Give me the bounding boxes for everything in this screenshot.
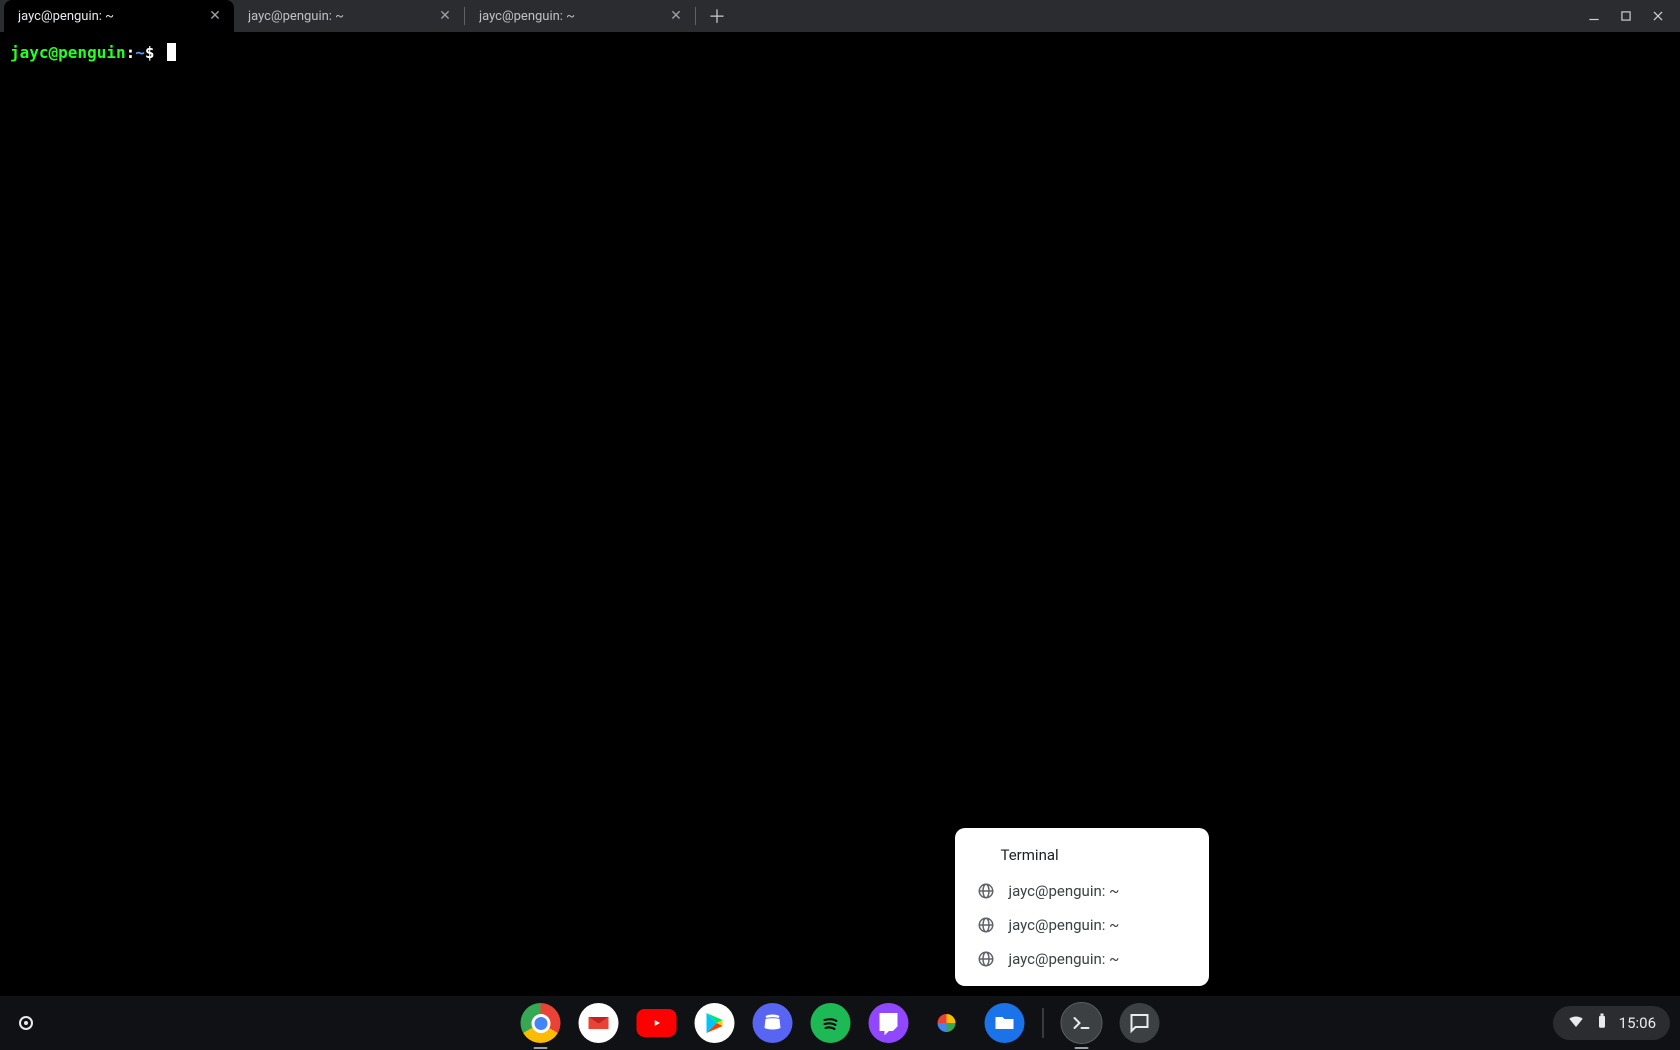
shell-prompt: jayc@penguin:~$ bbox=[10, 43, 164, 62]
shelf-app-twitch[interactable] bbox=[869, 1003, 909, 1043]
prompt-path: ~ bbox=[135, 43, 145, 62]
globe-icon bbox=[977, 916, 995, 934]
popup-window-item[interactable]: jayc@penguin: ~ bbox=[955, 908, 1209, 942]
popup-title: Terminal bbox=[955, 838, 1209, 874]
shelf-app-photos[interactable] bbox=[927, 1003, 967, 1043]
popup-item-label: jayc@penguin: ~ bbox=[1009, 916, 1120, 934]
popup-window-item[interactable]: jayc@penguin: ~ bbox=[955, 942, 1209, 976]
prompt-symbol: $ bbox=[145, 43, 155, 62]
tab-active[interactable]: jayc@penguin: ~ ✕ bbox=[4, 0, 234, 32]
system-tray[interactable]: 15:06 bbox=[1553, 1006, 1670, 1040]
shelf-app-files[interactable] bbox=[985, 1003, 1025, 1043]
popup-window-item[interactable]: jayc@penguin: ~ bbox=[955, 874, 1209, 908]
popup-item-label: jayc@penguin: ~ bbox=[1009, 950, 1120, 968]
running-indicator bbox=[534, 1047, 548, 1049]
terminal-cursor bbox=[167, 43, 176, 61]
close-window-button[interactable] bbox=[1650, 8, 1666, 24]
terminal-viewport[interactable]: jayc@penguin:~$ bbox=[0, 32, 1680, 996]
close-icon[interactable]: ✕ bbox=[438, 9, 452, 23]
shelf: 15:06 bbox=[0, 996, 1680, 1050]
shelf-app-spotify[interactable] bbox=[811, 1003, 851, 1043]
maximize-button[interactable] bbox=[1618, 8, 1634, 24]
shelf-app-gmail[interactable] bbox=[579, 1003, 619, 1043]
globe-icon bbox=[977, 882, 995, 900]
battery-icon bbox=[1593, 1012, 1611, 1034]
launcher-icon bbox=[19, 1016, 33, 1030]
shelf-app-play[interactable] bbox=[695, 1003, 735, 1043]
prompt-user-host: jayc@penguin bbox=[10, 43, 126, 62]
shelf-app-chrome[interactable] bbox=[521, 1003, 561, 1043]
new-tab-button[interactable]: ＋ bbox=[702, 0, 732, 32]
close-icon[interactable]: ✕ bbox=[208, 9, 222, 23]
globe-icon bbox=[977, 950, 995, 968]
close-icon[interactable]: ✕ bbox=[669, 9, 683, 23]
tab-title: jayc@penguin: ~ bbox=[248, 9, 428, 24]
tab-bar: jayc@penguin: ~ ✕ jayc@penguin: ~ ✕ jayc… bbox=[0, 0, 1680, 32]
running-indicator bbox=[1075, 1047, 1089, 1049]
launcher-button[interactable] bbox=[8, 1005, 44, 1041]
tab-title: jayc@penguin: ~ bbox=[18, 9, 198, 24]
window-list-popup: Terminal jayc@penguin: ~ jayc@penguin: ~… bbox=[955, 828, 1209, 986]
shelf-app-terminal[interactable] bbox=[1062, 1003, 1102, 1043]
tab-separator bbox=[695, 7, 696, 25]
tab[interactable]: jayc@penguin: ~ ✕ bbox=[234, 0, 464, 32]
clock: 15:06 bbox=[1619, 1014, 1656, 1032]
shelf-apps bbox=[521, 1003, 1160, 1043]
shelf-app-discord[interactable] bbox=[753, 1003, 793, 1043]
wifi-icon bbox=[1567, 1012, 1585, 1034]
tab-title: jayc@penguin: ~ bbox=[479, 9, 659, 24]
shelf-app-msgs[interactable] bbox=[1120, 1003, 1160, 1043]
tab[interactable]: jayc@penguin: ~ ✕ bbox=[465, 0, 695, 32]
window-controls bbox=[1572, 0, 1680, 32]
popup-item-label: jayc@penguin: ~ bbox=[1009, 882, 1120, 900]
prompt-separator: : bbox=[126, 43, 136, 62]
shelf-app-youtube[interactable] bbox=[637, 1009, 677, 1037]
shelf-separator bbox=[1043, 1008, 1044, 1038]
minimize-button[interactable] bbox=[1586, 8, 1602, 24]
